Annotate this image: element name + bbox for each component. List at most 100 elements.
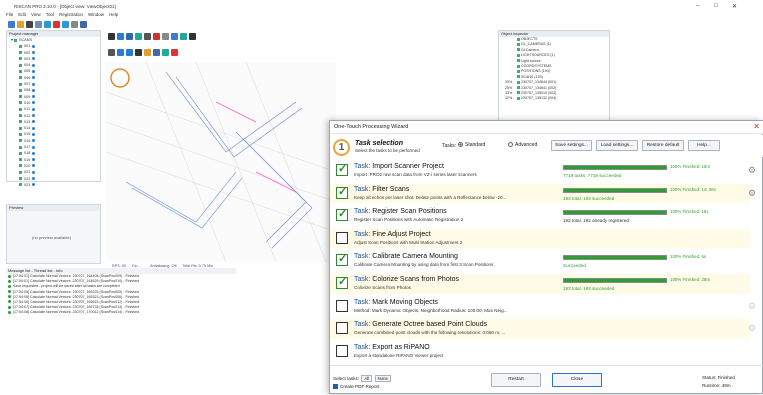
status-dot-icon [32,158,36,162]
scan-icon [19,164,22,168]
pan-icon[interactable] [144,33,151,40]
object-icon [517,37,520,41]
advanced-radio[interactable]: Advanced [508,142,537,148]
task-checkbox[interactable] [336,344,348,357]
menu-item-tool[interactable]: Tool [46,12,54,17]
message-row: [17:54:08] Calculate Normal Vectors: 230… [6,310,236,315]
side-view-icon[interactable] [126,49,133,56]
load-settings-button[interactable]: Load settings... [596,140,638,151]
task-description: Register Scan Positions with Automatic R… [354,217,464,223]
top-view-icon[interactable] [135,49,142,56]
status-dot-icon [32,107,36,111]
gear-icon[interactable]: ⚙ [748,165,756,176]
select-icon[interactable] [162,33,169,40]
filter-icon[interactable] [162,49,169,56]
menu-item-window[interactable]: Window [88,12,104,17]
task-row: Task: Mark Moving Objects Method: Mark Dy… [330,297,756,317]
task-finish-status: 100% Finished: 18m [670,164,711,169]
task-name[interactable]: Task: Colorize Scans from Photos [354,276,459,283]
point-cloud-render [106,62,336,262]
task-checkbox[interactable] [336,252,348,267]
task-checkbox[interactable] [336,299,348,312]
task-name[interactable]: Task: Calibrate Camera Mounting [354,253,458,260]
object-inspector-panel: Object inspector OBJECTS GL_CAMERAS (1) GL… [498,30,610,130]
object-icon [517,42,520,46]
task-checkbox[interactable] [336,162,348,176]
task-name[interactable]: Task: Generate Octree based Point Clouds [354,321,487,328]
plane-icon[interactable] [171,33,178,40]
task-finish-status: 100% Finished: 19s [670,209,709,215]
color-icon[interactable] [180,33,187,40]
task-name[interactable]: Task: Filter Scans [354,186,409,193]
maximize-icon[interactable]: □ [714,3,718,9]
save-settings-button[interactable]: Save settings... [551,140,592,151]
task-checkbox[interactable] [336,185,348,199]
menu-item-file[interactable]: File [6,12,13,17]
task-progress-bar [563,210,667,216]
scan-icon [19,145,22,149]
task-name[interactable]: Task: Mark Moving Objects [354,299,438,306]
restore-default-button[interactable]: Restore default [642,140,684,151]
close-icon[interactable]: ✕ [753,122,760,131]
cube-icon[interactable] [80,21,87,28]
close-button[interactable]: Close [552,373,602,387]
minimize-icon[interactable]: – [696,3,699,9]
save-icon[interactable] [35,21,42,28]
front-view-icon[interactable] [117,49,124,56]
menu-item-help[interactable]: Help [109,12,118,17]
task-checkbox[interactable] [336,275,348,289]
close-icon[interactable]: ✕ [732,3,737,10]
restart-button[interactable]: Restart [491,373,541,387]
success-icon [8,295,11,299]
object-tree-item[interactable]: 42% 230707_135132 (004) [499,96,609,101]
copy-icon[interactable] [44,21,51,28]
select-all-button[interactable]: All [361,375,373,382]
gear-icon[interactable]: ⚙ [748,323,756,334]
task-name[interactable]: Task: Export as RiPANO [354,344,430,351]
tree-item[interactable]: 023 [7,182,100,188]
ortho-icon[interactable] [153,49,160,56]
task-row: Task: Generate Octree based Point Clouds… [330,319,756,339]
task-checkbox[interactable] [336,322,348,335]
standard-radio[interactable]: Standard [458,142,485,148]
orientation-compass-icon [110,68,130,88]
task-result: 193 total, 193 succeeded [563,286,615,291]
select-none-button[interactable]: None [374,375,391,382]
cut-icon[interactable] [26,21,33,28]
create-pdf-checkbox[interactable]: Create PDF Report [333,384,379,390]
delete-icon[interactable] [171,49,178,56]
measure-icon[interactable] [153,33,160,40]
window-title: RISCAN PRO 2.10.0 - [Object view: ViewOb… [14,4,116,9]
task-name[interactable]: Task: Fine Adjust Project [354,231,431,238]
task-name[interactable]: Task: Register Scan Positions [354,208,447,215]
gear-icon[interactable]: ⚙ [748,188,756,199]
task-description: Generate combined point clouds with the … [354,330,506,336]
point-cloud-viewport[interactable] [106,62,336,262]
help-button[interactable]: Help... [688,140,720,151]
cursor-icon[interactable] [117,33,124,40]
object-icon [517,75,520,79]
task-checkbox[interactable] [336,231,348,244]
menu-item-view[interactable]: View [31,12,41,17]
one-touch-logo-icon: 1 [333,139,350,156]
task-checkbox[interactable] [336,207,348,222]
rotate-icon[interactable] [126,33,133,40]
grid-icon[interactable] [71,21,78,28]
settings-icon[interactable] [62,21,69,28]
task-description: Keep all echos per laser shot. Delete po… [354,194,507,200]
pointer-icon[interactable] [108,33,115,40]
layers-icon[interactable] [189,33,196,40]
new-icon[interactable] [8,21,15,28]
task-progress-bar [563,165,667,170]
preview-message: (no preview available) [32,235,71,240]
menu-item-edit[interactable]: Edit [18,12,26,17]
status-item: Antialiasing: Off [150,264,177,268]
task-name[interactable]: Task: Import Scanner Project [354,163,444,170]
light-icon[interactable] [144,49,151,56]
open-icon[interactable] [17,21,24,28]
gear-icon[interactable]: ⚙ [748,301,756,312]
stop-icon[interactable] [53,21,60,28]
menu-item-registration[interactable]: Registration [59,12,83,17]
zoom-icon[interactable] [135,33,142,40]
fit-icon[interactable] [108,49,115,56]
